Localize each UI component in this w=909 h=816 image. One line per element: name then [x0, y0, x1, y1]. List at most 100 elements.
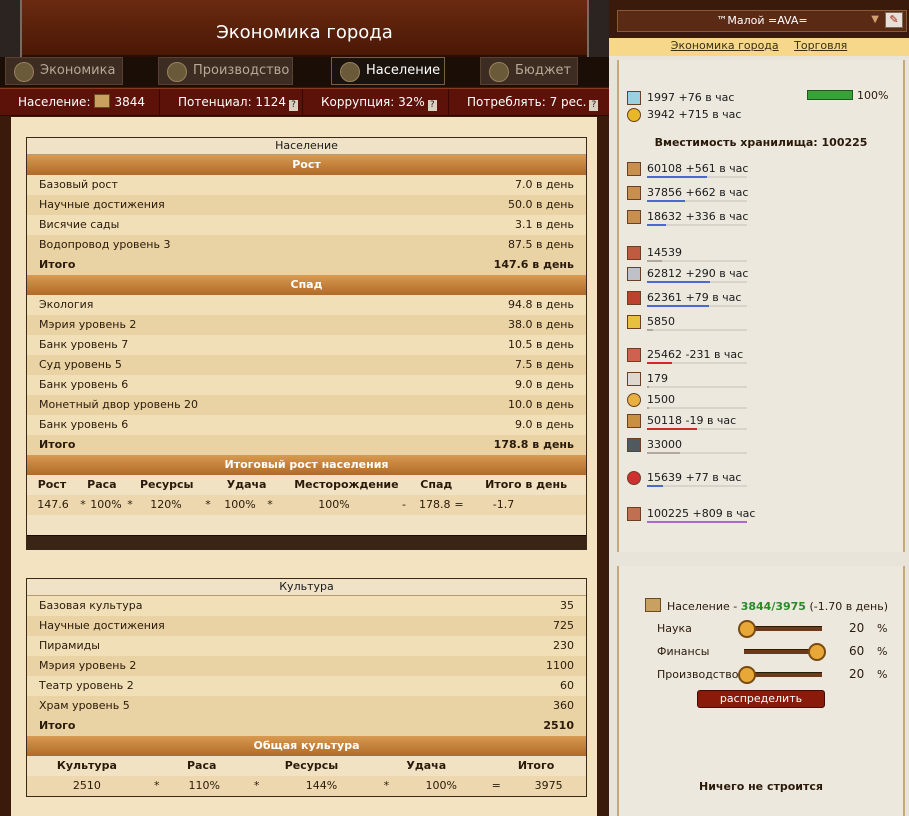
finance-value: 60	[849, 644, 865, 658]
resource-text: 100225 +809 в час	[647, 507, 756, 520]
formula-op: *	[205, 498, 211, 511]
row-value: 60	[560, 679, 574, 692]
col-head: Удача	[226, 478, 267, 491]
tab-production[interactable]: Производство	[158, 57, 293, 85]
production-value: 20	[849, 667, 865, 681]
row-label: Суд уровень 5	[39, 358, 122, 371]
distribute-button[interactable]: распределить	[697, 690, 825, 708]
resource-row: 33000	[627, 437, 747, 454]
formula-op: =	[491, 779, 501, 792]
tab-label: Население	[366, 63, 441, 78]
player-name: ™Малой =AVA=	[716, 14, 808, 27]
slider-knob[interactable]	[808, 643, 826, 661]
population-summary: Население - 3844/3975 (-1.70 в день)	[645, 598, 888, 613]
resource-row: 18632 +336 в час	[627, 209, 749, 226]
edit-icon[interactable]: ✎	[885, 12, 903, 28]
tab-label: Экономика	[40, 63, 116, 78]
page-title: Экономика города	[216, 22, 393, 43]
tab-budget[interactable]: Бюджет	[480, 57, 578, 85]
col-head: Итого в день	[485, 478, 568, 491]
slider-knob[interactable]	[738, 666, 756, 684]
resource-row: 50118 -19 в час	[627, 413, 747, 430]
meat-icon	[627, 507, 641, 521]
help-icon[interactable]: ?	[589, 100, 599, 111]
tab-population[interactable]: Население	[331, 57, 445, 85]
resources-scroll: 1997 +76 в час 3942 +715 в час 100% Вмес…	[617, 60, 905, 552]
formula-value: 100%	[318, 498, 350, 511]
help-icon[interactable]: ?	[288, 100, 298, 111]
formula-op: *	[383, 779, 390, 792]
formula-values: 2510 * 110% * 144% * 100% = 3975	[27, 776, 586, 796]
row-label: Банк уровень 6	[39, 418, 129, 431]
row-value: 7.5 в день	[514, 358, 574, 371]
population-allocation: Население - 3844/3975 (-1.70 в день) Нау…	[617, 566, 905, 816]
help-icon[interactable]: ?	[427, 100, 437, 111]
row-value: 10.5 в день	[507, 338, 574, 351]
formula-value: 100%	[425, 779, 457, 792]
table-row: Суд уровень 5 7.5 в день	[27, 355, 586, 375]
row-value: 2510	[543, 719, 574, 732]
row-value: 87.5 в день	[507, 238, 574, 251]
sidebar-links: Экономика города Торговля	[609, 38, 909, 56]
col-head: Культура	[56, 759, 117, 772]
col-head: Раса	[186, 759, 217, 772]
total-row: Итого 2510	[27, 716, 586, 736]
slider-label-science: Наука	[657, 622, 692, 635]
slider-label-production: Производство	[657, 668, 739, 681]
resource-row: 60108 +561 в час	[627, 161, 748, 178]
resource-bar	[647, 281, 747, 283]
resource-text: 14539	[647, 246, 682, 259]
formula-value: 178.8	[419, 498, 451, 511]
row-value: 1100	[546, 659, 574, 672]
row-value: 10.0 в день	[507, 398, 574, 411]
table-row: Мэрия уровень 2 1100	[27, 656, 586, 676]
resource-row: 100225 +809 в час	[627, 506, 756, 523]
table-row: Водопровод уровень 3 87.5 в день	[27, 235, 586, 255]
link-trade[interactable]: Торговля	[794, 39, 847, 52]
storage-capacity: Вместимость хранилища: 100225	[654, 136, 868, 149]
row-value: 50.0 в день	[507, 198, 574, 211]
formula-op: *	[267, 498, 273, 511]
row-label: Базовый рост	[39, 178, 118, 191]
percent-sign: %	[877, 668, 888, 681]
slider-knob[interactable]	[738, 620, 756, 638]
silver-icon	[627, 267, 641, 281]
formula-op: -	[402, 498, 406, 511]
corruption-text: Коррупция: 32%	[321, 95, 425, 109]
resource-bar	[647, 362, 747, 364]
sidebar: ™Малой =AVA= ▼ ✎ Экономика города Торгов…	[609, 0, 909, 816]
culture-list: Базовая культура 35 Научные достижения 725…	[27, 596, 586, 736]
population-label: Население:	[18, 95, 91, 109]
player-select[interactable]: ™Малой =AVA=	[617, 10, 907, 32]
production-slider[interactable]	[738, 666, 822, 684]
resource-text: 33000	[647, 438, 682, 451]
chevron-down-icon[interactable]: ▼	[871, 14, 879, 25]
wood-icon	[627, 162, 641, 176]
row-label: Базовая культура	[39, 599, 143, 612]
population-icon	[94, 94, 111, 108]
row-value: 230	[553, 639, 574, 652]
science-slider[interactable]	[738, 620, 822, 638]
col-head: Ресурсы	[139, 478, 194, 491]
resource-bar	[647, 260, 747, 262]
finance-slider[interactable]	[744, 643, 826, 661]
resource-text: 50118 -19 в час	[647, 414, 737, 427]
formula-header: Культура Раса Ресурсы Удача Итого	[27, 756, 586, 776]
link-economy[interactable]: Экономика города	[671, 39, 779, 52]
tools-icon	[627, 438, 641, 452]
percent-sign: %	[877, 645, 888, 658]
gold-icon	[627, 315, 641, 329]
resource-text: 62812 +290 в час	[647, 267, 749, 280]
section-title: Рост	[27, 155, 586, 175]
tab-bar: Экономика Производство Население Бюджет	[0, 57, 609, 87]
stone-icon	[627, 186, 641, 200]
tab-economy[interactable]: Экономика	[5, 57, 123, 85]
resource-text: 18632 +336 в час	[647, 210, 749, 223]
resource-row: 62361 +79 в час	[627, 290, 747, 307]
col-head: Удача	[406, 759, 447, 772]
construction-status: Ничего не строится	[699, 780, 823, 793]
happiness-icon	[807, 90, 853, 100]
row-value: 38.0 в день	[507, 318, 574, 331]
population-panel: Население Рост Базовый рост 7.0 в день На…	[26, 137, 587, 550]
gold-coin-icon	[627, 108, 641, 122]
